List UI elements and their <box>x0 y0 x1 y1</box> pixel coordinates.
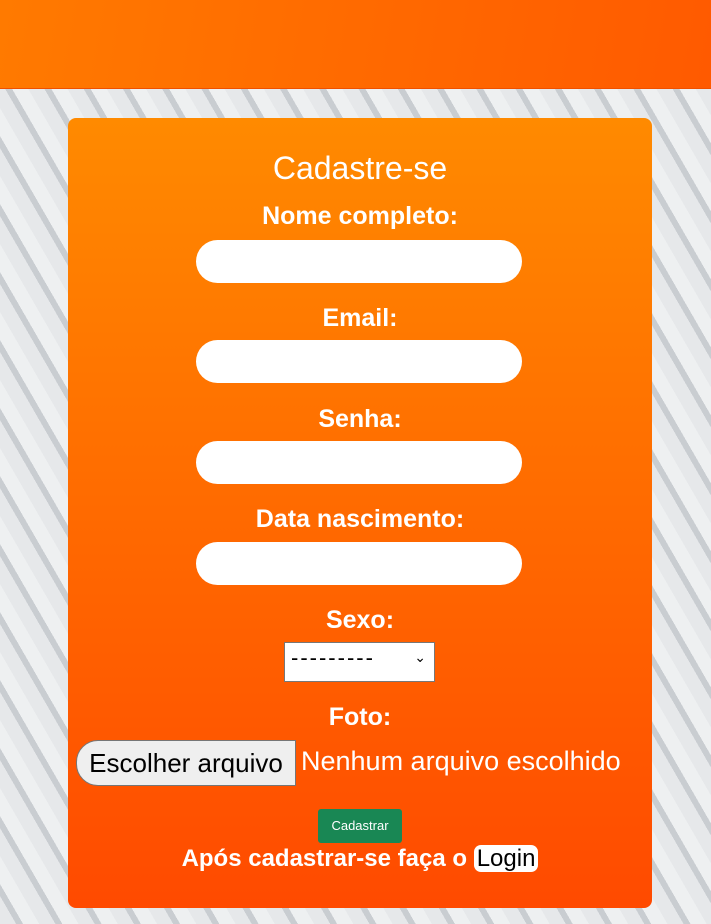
photo-label: Foto: <box>328 703 392 731</box>
birth-date-label: Data nascimento: <box>255 505 465 533</box>
email-input[interactable] <box>196 340 522 383</box>
login-prompt: Após cadastrar-se faça o Login <box>68 845 652 873</box>
birth-date-input[interactable] <box>196 542 522 585</box>
choose-file-button[interactable]: Escolher arquivo <box>76 740 296 786</box>
password-label: Senha: <box>318 405 402 433</box>
login-link[interactable]: Login <box>473 845 539 872</box>
email-label: Email: <box>322 304 398 332</box>
top-header-bar <box>0 0 711 89</box>
register-card: Cadastre-se Nome completo: Email: Senha:… <box>68 118 652 908</box>
sex-label: Sexo: <box>325 606 395 634</box>
register-button[interactable]: Cadastrar <box>318 809 402 843</box>
sex-select[interactable]: --------- ⌄ <box>284 642 435 682</box>
name-input[interactable] <box>196 240 522 283</box>
login-prompt-text: Após cadastrar-se faça o <box>181 845 468 872</box>
sex-selected-value: --------- <box>291 645 375 670</box>
page-title: Cadastre-se <box>272 150 448 186</box>
password-input[interactable] <box>196 441 522 484</box>
name-label: Nome completo: <box>262 202 458 230</box>
chevron-down-icon: ⌄ <box>414 649 428 665</box>
file-status: Nenhum arquivo escolhido <box>301 746 621 776</box>
